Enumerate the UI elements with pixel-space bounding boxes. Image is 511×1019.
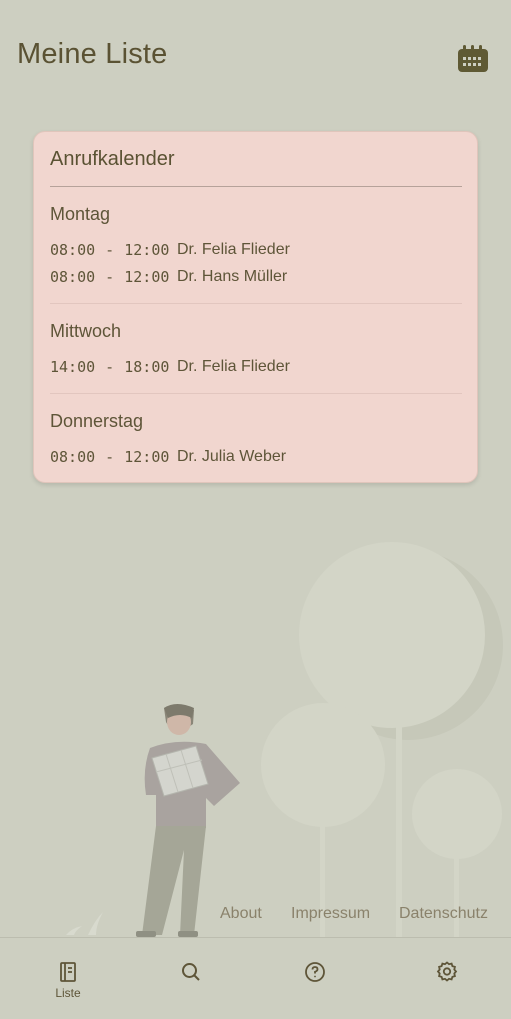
datenschutz-link[interactable]: Datenschutz [399, 905, 488, 923]
help-icon [305, 962, 325, 982]
day-heading: Montag [50, 204, 111, 224]
calendar-button[interactable] [455, 42, 491, 76]
title-divider [50, 186, 462, 187]
app-header: Meine Liste [0, 0, 511, 110]
tree-illustration [66, 542, 503, 940]
slot-doctor: Dr. Felia Flieder [177, 241, 290, 258]
day-heading: Donnerstag [50, 411, 144, 431]
slot-time: 14:00 - 18:00 [50, 358, 170, 376]
nav-label: Liste [55, 986, 81, 1000]
nav-item-settings[interactable] [397, 938, 497, 1019]
day-heading: Mittwoch [50, 321, 122, 341]
slot-doctor: Dr. Felia Flieder [177, 358, 290, 375]
slot-doctor: Dr. Hans Müller [177, 268, 288, 285]
bottom-navigation: Liste [0, 937, 511, 1019]
slot-time: 08:00 - 12:00 [50, 448, 170, 466]
settings-icon [436, 961, 458, 982]
page-title: Meine Liste [17, 38, 168, 70]
card-title: Anrufkalender [50, 148, 175, 170]
about-link[interactable]: About [220, 905, 262, 923]
slot-time: 08:00 - 12:00 [50, 241, 170, 259]
slot-doctor: Dr. Julia Weber [177, 448, 287, 465]
person-illustration [136, 704, 240, 937]
nav-item-help[interactable] [265, 938, 365, 1019]
search-icon [182, 963, 200, 981]
impressum-link[interactable]: Impressum [291, 905, 370, 923]
nav-item-liste[interactable]: Liste [18, 938, 118, 1019]
day-divider [50, 393, 462, 394]
slot-time: 08:00 - 12:00 [50, 268, 170, 286]
day-divider [50, 303, 462, 304]
notebook-icon [60, 962, 76, 982]
call-calendar-card: Anrufkalender Montag 08:00 - 12:00 Dr. F… [33, 131, 478, 483]
nav-item-search[interactable] [141, 938, 241, 1019]
calendar-icon [458, 45, 488, 72]
